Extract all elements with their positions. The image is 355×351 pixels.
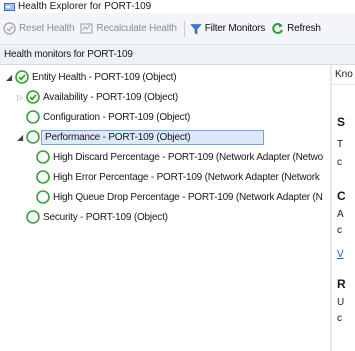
- expand-triangle-icon[interactable]: ◢: [15, 132, 25, 142]
- knowledge-fragment: C: [337, 189, 346, 203]
- expand-triangle-icon[interactable]: ◢: [4, 72, 14, 82]
- knowledge-fragment: U: [337, 297, 345, 308]
- knowledge-fragment: c: [337, 157, 342, 168]
- healthy-check-icon: [25, 90, 40, 105]
- not-monitored-circle-icon: [25, 210, 40, 225]
- knowledge-fragment: T: [337, 139, 344, 150]
- tree-node-configuration[interactable]: Configuration - PORT-109 (Object): [25, 107, 193, 127]
- tree-node-security[interactable]: Security - PORT-109 (Object): [25, 207, 171, 227]
- refresh-label: Refresh: [287, 23, 321, 34]
- not-monitored-circle-icon: [25, 110, 40, 125]
- reset-health-label: Reset Health: [19, 23, 75, 34]
- filter-monitors-label: Filter Monitors: [204, 23, 266, 34]
- panel-header-text: Health monitors for PORT-109: [4, 49, 133, 60]
- toolbar-separator: [183, 20, 185, 37]
- tree-node-availability[interactable]: ▷ Availability - PORT-109 (Object): [15, 87, 181, 107]
- recalculate-health-label: Recalculate Health: [96, 23, 177, 34]
- tree-node-high-discard-percentage[interactable]: High Discard Percentage - PORT-109 (Netw…: [35, 147, 326, 167]
- title-bar: Health Explorer for PORT-109: [0, 0, 355, 13]
- recalculate-health-button[interactable]: Recalculate Health: [80, 22, 177, 35]
- tree-node-label: Configuration - PORT-109 (Object): [43, 111, 191, 123]
- tree-node-label-selected: Performance - PORT-109 (Object): [41, 129, 264, 145]
- collapse-triangle-icon[interactable]: ▷: [15, 92, 25, 102]
- tree-node-label: High Discard Percentage - PORT-109 (Netw…: [53, 151, 324, 163]
- healthy-check-icon: [14, 70, 29, 85]
- reset-health-icon: [3, 22, 16, 35]
- tree-node-label: Security - PORT-109 (Object): [43, 211, 168, 223]
- not-monitored-circle-icon: [25, 130, 40, 145]
- knowledge-fragment: c: [337, 313, 342, 324]
- tree-node-high-error-percentage[interactable]: High Error Percentage - PORT-109 (Networ…: [35, 167, 323, 187]
- filter-monitors-button[interactable]: Filter Monitors: [190, 23, 265, 35]
- knowledge-fragment: S: [337, 115, 346, 129]
- health-monitor-tree[interactable]: ◢ Entity Health - PORT-109 (Object) ▷ Av…: [0, 65, 330, 351]
- refresh-icon: [272, 23, 284, 34]
- knowledge-fragment: c: [337, 225, 342, 236]
- knowledge-pane-header: Kno: [332, 65, 355, 85]
- panel-header: Health monitors for PORT-109: [0, 45, 355, 65]
- knowledge-link-fragment[interactable]: V: [337, 249, 344, 260]
- knowledge-pane: Kno S T c C A c V R U c: [332, 65, 355, 351]
- tree-node-entity-health[interactable]: ◢ Entity Health - PORT-109 (Object): [4, 67, 179, 87]
- tree-node-label: Availability - PORT-109 (Object): [43, 91, 178, 103]
- filter-icon: [190, 23, 202, 34]
- reset-health-button[interactable]: Reset Health: [3, 22, 75, 35]
- tree-node-performance[interactable]: ◢ Performance - PORT-109 (Object): [15, 127, 264, 147]
- knowledge-fragment: R: [337, 277, 346, 291]
- tree-node-label: High Queue Drop Percentage - PORT-109 (N…: [53, 191, 323, 203]
- not-monitored-circle-icon: [35, 170, 50, 185]
- tree-node-high-queue-drop-percentage[interactable]: High Queue Drop Percentage - PORT-109 (N…: [35, 187, 326, 207]
- not-monitored-circle-icon: [35, 150, 50, 165]
- tree-node-label: Entity Health - PORT-109 (Object): [32, 71, 177, 83]
- toolbar: Reset Health Recalculate Health Filter M…: [0, 13, 355, 45]
- not-monitored-circle-icon: [35, 190, 50, 205]
- health-explorer-icon: [4, 2, 15, 11]
- knowledge-fragment: A: [337, 209, 344, 220]
- refresh-button[interactable]: Refresh: [271, 22, 321, 35]
- tree-node-label: High Error Percentage - PORT-109 (Networ…: [53, 171, 320, 183]
- recalculate-health-icon: [80, 23, 94, 34]
- window-title: Health Explorer for PORT-109: [18, 1, 152, 12]
